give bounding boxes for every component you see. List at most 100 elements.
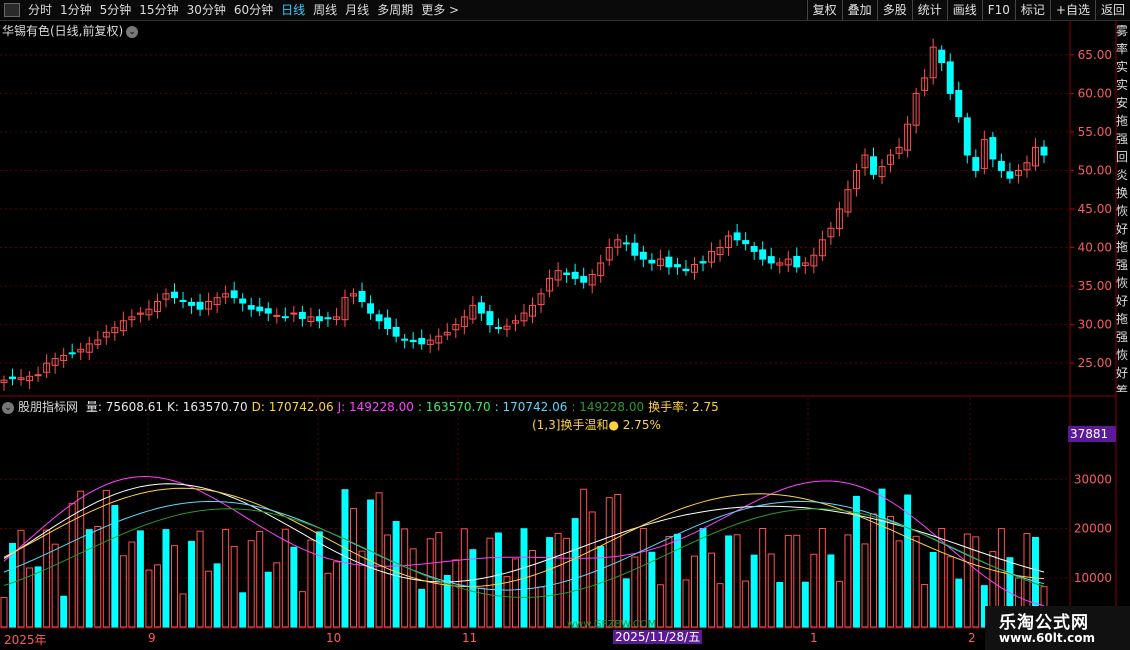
volume-bar [375,492,383,628]
candle-body [119,320,127,332]
candle-body [955,89,963,118]
right-tag-6: 强 [1116,132,1129,146]
candle-body [332,316,340,320]
volume-bar [904,494,912,628]
candle-body [136,312,144,315]
candle-body [51,358,59,366]
volume-bar [870,513,877,628]
right-tag-18: 恢 [1116,348,1129,362]
volume-bar [153,564,161,628]
candle-body [247,305,255,310]
period-tab-7[interactable]: 周线 [309,0,341,20]
candle-body [895,146,903,154]
volume-bar [34,566,42,628]
period-tab-6[interactable]: 日线 [277,0,309,20]
period-tab-3[interactable]: 15分钟 [135,0,182,20]
candle-body [972,157,980,171]
candle-body [810,254,818,267]
volume-bar [281,528,289,628]
candlestick-chart[interactable]: 65.00 60.00 55.00 50.00 45.00 40.00 35.00 30.00… [0,0,1130,650]
period-tab-9[interactable]: 多周期 [373,0,417,20]
period-tab-5[interactable]: 60分钟 [230,0,277,20]
toolbar-button-6[interactable]: 标记 [1014,0,1050,20]
period-tab-1[interactable]: 1分钟 [56,0,96,20]
volume-bar [835,580,843,628]
toolbar-button-3[interactable]: 统计 [911,0,947,20]
candle-body [324,317,332,320]
volume-bar [520,528,528,628]
candle-body [460,316,468,328]
candle-body [196,301,204,310]
price-label-5: 40.00 [1078,241,1112,255]
candle-body [17,377,25,380]
candle-body [622,242,630,245]
period-tab-2[interactable]: 5分钟 [96,0,136,20]
stock-title-text: 华锡有色(日线,前复权) [2,24,124,38]
right-tag-12: 拖 [1116,240,1129,254]
period-tab-10[interactable]: 更多 > [417,0,463,20]
volume-bar [196,530,204,628]
toolbar-button-4[interactable]: 画线 [946,0,982,20]
right-tag-16: 拖 [1116,312,1129,326]
toolbar-button-1[interactable]: 叠加 [841,0,877,20]
indicator-value-7: 换手率: 2.75 [648,400,719,414]
volume-bar [0,596,8,628]
right-tag-13: 强 [1116,258,1129,272]
candle-body [401,338,409,341]
volume-bar [733,534,741,628]
indicator-menu-icon[interactable]: ⌄ [2,401,14,414]
volume-bar [486,537,494,628]
period-tab-4[interactable]: 30分钟 [183,0,230,20]
volume-bar [315,531,323,628]
volume-bar [111,505,119,628]
right-tag-7: 回 [1116,150,1129,164]
candle-body [665,256,673,268]
period-tab-0[interactable]: 分时 [24,0,56,20]
candle-body [921,77,929,91]
candle-body [691,264,698,273]
candle-body [588,274,596,286]
toolbar-button-7[interactable]: +自选 [1049,0,1095,20]
volume-bar [682,579,690,628]
right-tag-9: 换 [1116,186,1129,200]
candle-body [94,339,102,345]
volume-bar [409,548,417,628]
logo-line1: 乐淘公式网 [999,613,1089,633]
volume-bar [230,545,238,628]
x-axis-label-3: 11 [462,631,478,645]
volume-bar [452,559,460,628]
right-tag-8: 炎 [1116,168,1129,182]
candle-body [102,331,110,338]
crosshair-date-label: 2025/11/28/五 [613,630,703,644]
candle-body [205,301,213,310]
volume-bar [324,572,332,628]
price-label-4: 45.00 [1078,202,1112,216]
volume-bar [77,490,85,628]
candle-body [503,325,511,330]
volume-bar [494,532,502,628]
volume-bar [213,563,221,628]
x-axis-label-1: 9 [148,631,156,645]
toolbar-button-8[interactable]: 返回 [1094,0,1130,20]
volume-bar [708,552,716,628]
price-label-0: 65.00 [1078,48,1112,62]
volume-bar [537,586,545,628]
volume-bar [673,533,681,628]
toolbar-button-0[interactable]: 复权 [806,0,842,20]
volume-bar [9,542,17,628]
right-tag-10: 恢 [1116,204,1129,218]
grid-menu-icon[interactable] [4,3,20,17]
toolbar-button-5[interactable]: F10 [981,0,1015,20]
candle-body [648,259,656,264]
d-line [3,487,1045,587]
candle-body [793,255,801,268]
x-axis-label-4: 1 [810,631,818,645]
volume-bar [26,567,34,628]
volume-bar [767,553,775,628]
toolbar-button-2[interactable]: 多股 [876,0,912,20]
period-tab-8[interactable]: 月线 [341,0,373,20]
candle-body [486,311,494,326]
volume-bar [810,553,818,628]
chevron-down-icon[interactable]: ⌄ [126,25,139,38]
candle-body [1014,169,1022,176]
